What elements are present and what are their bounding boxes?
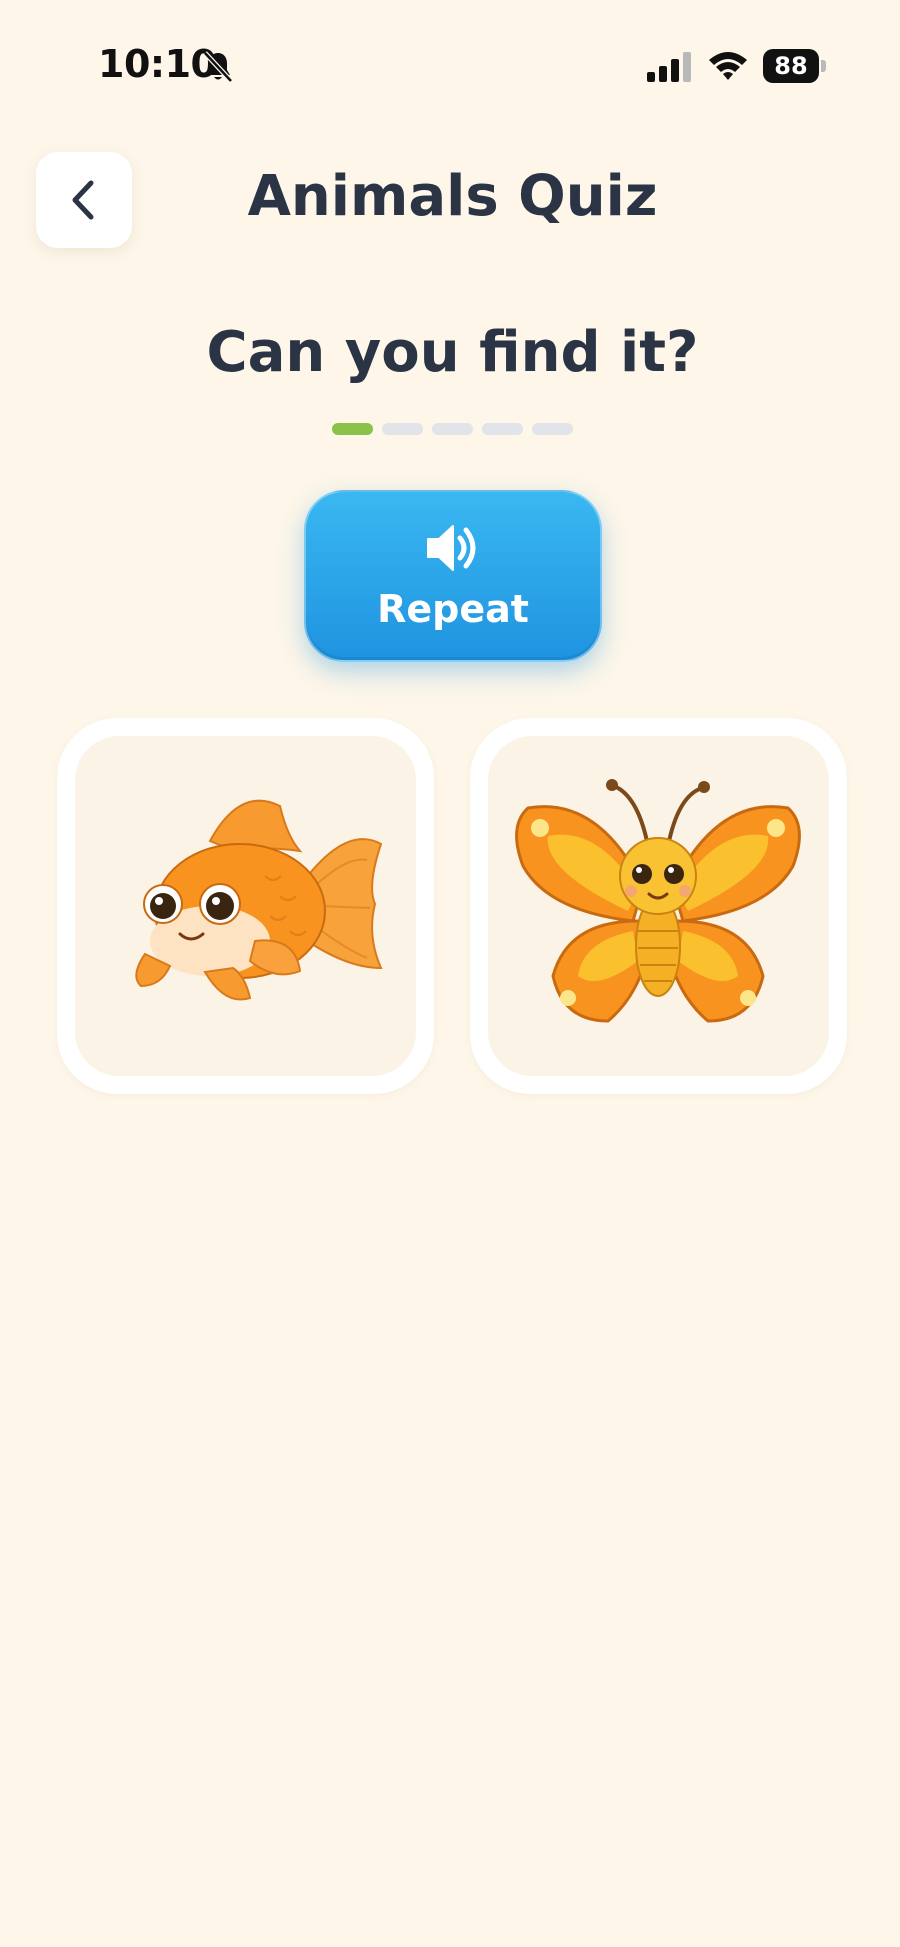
battery-icon: 88 (763, 49, 826, 83)
progress-step-3 (432, 423, 473, 435)
bell-slash-icon (203, 51, 233, 83)
cellular-signal-icon (647, 52, 691, 82)
progress-step-2 (382, 423, 423, 435)
progress-step-1 (332, 423, 373, 435)
question-text: Can you find it? (206, 320, 699, 385)
status-bar: 10:10 88 (0, 0, 900, 130)
battery-level: 88 (763, 49, 819, 83)
repeat-label: Repeat (377, 587, 529, 631)
battery-tip (821, 60, 826, 72)
status-time: 10:10 (98, 42, 217, 86)
progress-indicator (332, 423, 573, 435)
speaker-icon (427, 525, 476, 571)
card-inner (75, 736, 416, 1076)
card-inner (488, 736, 829, 1076)
page-title: Animals Quiz (247, 164, 658, 229)
progress-step-5 (532, 423, 573, 435)
wifi-icon (709, 52, 747, 80)
goldfish-image (135, 799, 383, 1001)
answer-option-fish[interactable] (57, 718, 434, 1094)
answer-option-butterfly[interactable] (470, 718, 847, 1094)
butterfly-image (515, 779, 801, 1023)
repeat-button[interactable]: Repeat (304, 490, 602, 662)
progress-step-4 (482, 423, 523, 435)
